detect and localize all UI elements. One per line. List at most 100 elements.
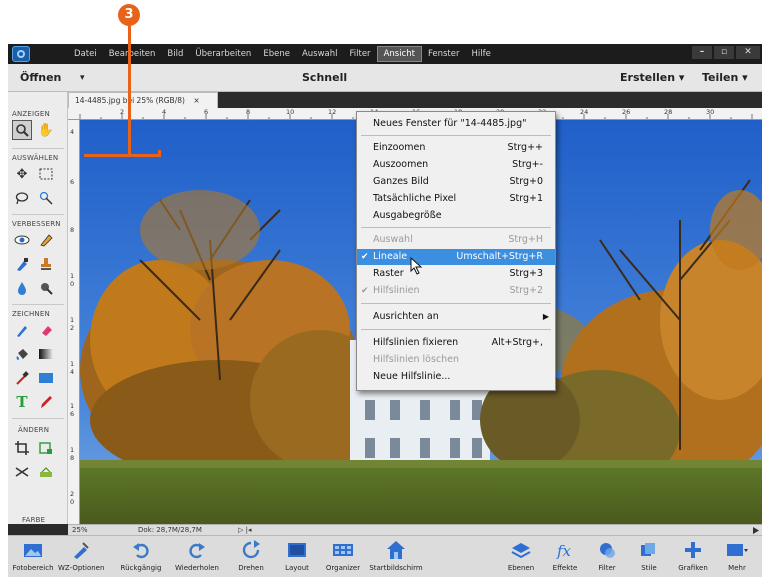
status-nav-arrows[interactable]: ▷ |◂ <box>238 526 251 534</box>
toolbox-divider <box>12 418 64 419</box>
document-tab-close-icon[interactable]: × <box>193 96 199 105</box>
hand-tool-icon[interactable]: ✋ <box>36 120 56 140</box>
ruler-v-label: 1 6 <box>70 402 75 418</box>
straighten-tool-icon[interactable] <box>36 462 56 482</box>
mode-schnell-tab[interactable]: Schnell <box>302 71 347 84</box>
tool-options-button[interactable]: WZ-Optionen <box>58 538 104 576</box>
minimize-button[interactable]: – <box>692 46 712 59</box>
pencil-tool-icon[interactable] <box>36 392 56 412</box>
layout-label: Layout <box>285 564 309 572</box>
menu-filter[interactable]: Filter <box>344 44 377 64</box>
effects-button[interactable]: fx Effekte <box>542 538 588 576</box>
styles-label: Stile <box>641 564 657 572</box>
styles-button[interactable]: Stile <box>626 538 672 576</box>
graphics-button[interactable]: Grafiken <box>670 538 716 576</box>
status-bar: 25% Dok: 28,7M/28,7M ▷ |◂ <box>68 524 762 535</box>
layout-icon <box>288 543 306 557</box>
content-aware-move-tool-icon[interactable] <box>12 462 32 482</box>
window-controls: – ▫ ✕ <box>692 46 760 59</box>
lasso-tool-icon[interactable] <box>12 188 32 208</box>
ruler-v-label: 2 0 <box>70 490 75 506</box>
smart-brush-tool-icon[interactable] <box>12 254 32 274</box>
recompose-tool-icon[interactable] <box>36 438 56 458</box>
status-zoom[interactable]: 25% <box>72 526 88 534</box>
menu-item-snap-to[interactable]: Ausrichten an ▶ <box>357 309 555 325</box>
rotate-button[interactable]: Drehen <box>228 538 274 576</box>
toolbox-divider <box>12 304 64 305</box>
menu-ansicht[interactable]: Ansicht <box>376 46 422 62</box>
menu-item-actual-pixels[interactable]: Tatsächliche Pixel Strg+1 <box>357 191 555 207</box>
layout-button[interactable]: Layout <box>274 538 320 576</box>
section-verbessern: VERBESSERN <box>12 220 61 228</box>
menu-item-lock-guides[interactable]: Hilfslinien fixieren Alt+Strg+, <box>357 335 555 351</box>
menu-item-new-window[interactable]: Neues Fenster für "14-4485.jpg" <box>357 116 555 132</box>
red-eye-tool-icon[interactable] <box>12 230 32 250</box>
sponge-tool-icon[interactable] <box>36 278 56 298</box>
maximize-button[interactable]: ▫ <box>714 46 734 59</box>
undo-button[interactable]: Rückgängig <box>118 538 164 576</box>
app-logo-icon <box>12 46 30 62</box>
ruler-v-label: 1 2 <box>70 316 75 332</box>
menu-ebene[interactable]: Ebene <box>257 44 296 64</box>
brush-tool-icon[interactable] <box>12 320 32 340</box>
menu-bild[interactable]: Bild <box>161 44 189 64</box>
document-tab[interactable]: 14-4485.jpg bei 25% (RGB/8) × <box>68 92 218 108</box>
share-button[interactable]: Teilen ▾ <box>702 71 748 84</box>
menu-item-zoom-out[interactable]: Auszoomen Strg+- <box>357 157 555 173</box>
spot-healing-tool-icon[interactable] <box>36 230 56 250</box>
open-button[interactable]: Öffnen <box>20 71 61 84</box>
marquee-tool-icon[interactable] <box>36 164 56 184</box>
paint-bucket-tool-icon[interactable] <box>12 344 32 364</box>
filter-label: Filter <box>598 564 616 572</box>
photo-bin-icon <box>24 544 42 557</box>
menu-item-new-guide[interactable]: Neue Hilfslinie... <box>357 369 555 385</box>
open-dropdown-arrow[interactable]: ▾ <box>80 73 85 83</box>
more-icon <box>727 544 748 556</box>
layers-button[interactable]: Ebenen <box>498 538 544 576</box>
mouse-pointer-icon <box>410 257 423 275</box>
create-button[interactable]: Erstellen ▾ <box>620 71 684 84</box>
ruler-v-label: 8 <box>70 226 75 234</box>
organizer-button[interactable]: Organizer <box>320 538 366 576</box>
ruler-v-label: 1 8 <box>70 446 75 462</box>
screenshot-stage: { "callout": { "number": "3" }, "menubar… <box>0 0 762 577</box>
menu-auswahl[interactable]: Auswahl <box>296 44 344 64</box>
type-tool-icon[interactable]: T <box>12 392 32 412</box>
menu-item-fit-screen[interactable]: Ganzes Bild Strg+0 <box>357 174 555 190</box>
blur-tool-icon[interactable] <box>12 278 32 298</box>
layers-label: Ebenen <box>507 564 535 572</box>
vertical-ruler[interactable]: 4 6 8 1 0 1 2 1 4 1 6 1 8 2 0 <box>68 120 80 524</box>
crop-tool-icon[interactable] <box>12 438 32 458</box>
filter-icon <box>600 543 615 558</box>
filter-button[interactable]: Filter <box>584 538 630 576</box>
shape-tool-icon[interactable] <box>36 368 56 388</box>
redo-button[interactable]: Wiederholen <box>174 538 220 576</box>
submenu-arrow-icon: ▶ <box>542 312 549 321</box>
home-screen-button[interactable]: Startbildschirm <box>366 538 426 576</box>
quick-selection-tool-icon[interactable] <box>36 188 56 208</box>
menu-separator <box>361 135 551 136</box>
photo-bin-button[interactable]: Fotobereich <box>10 538 56 576</box>
more-button[interactable]: Mehr <box>714 538 760 576</box>
menu-separator <box>361 227 551 228</box>
eyedropper-tool-icon[interactable] <box>12 368 32 388</box>
styles-icon <box>641 543 655 556</box>
menu-ueberarbeiten[interactable]: Überarbeiten <box>189 44 257 64</box>
menu-datei[interactable]: Datei <box>68 44 103 64</box>
scroll-right-arrow-icon[interactable] <box>752 527 760 534</box>
close-button[interactable]: ✕ <box>736 46 760 59</box>
menu-hilfe[interactable]: Hilfe <box>465 44 496 64</box>
menu-item-grid[interactable]: Raster Strg+3 <box>357 266 555 282</box>
clone-stamp-tool-icon[interactable] <box>36 254 56 274</box>
menu-item-zoom-in[interactable]: Einzoomen Strg++ <box>357 140 555 156</box>
zoom-tool-icon[interactable] <box>12 120 32 140</box>
menu-separator <box>361 303 551 304</box>
menu-fenster[interactable]: Fenster <box>422 44 466 64</box>
menu-item-print-size[interactable]: Ausgabegröße <box>357 208 555 224</box>
menu-item-rulers[interactable]: ✔ Lineale Umschalt+Strg+R <box>357 249 555 265</box>
gradient-tool-icon[interactable] <box>36 344 56 364</box>
move-tool-icon[interactable]: ✥ <box>12 164 32 184</box>
status-doc-size: Dok: 28,7M/28,7M <box>138 526 202 534</box>
menu-bearbeiten[interactable]: Bearbeiten <box>103 44 162 64</box>
eraser-tool-icon[interactable] <box>36 320 56 340</box>
